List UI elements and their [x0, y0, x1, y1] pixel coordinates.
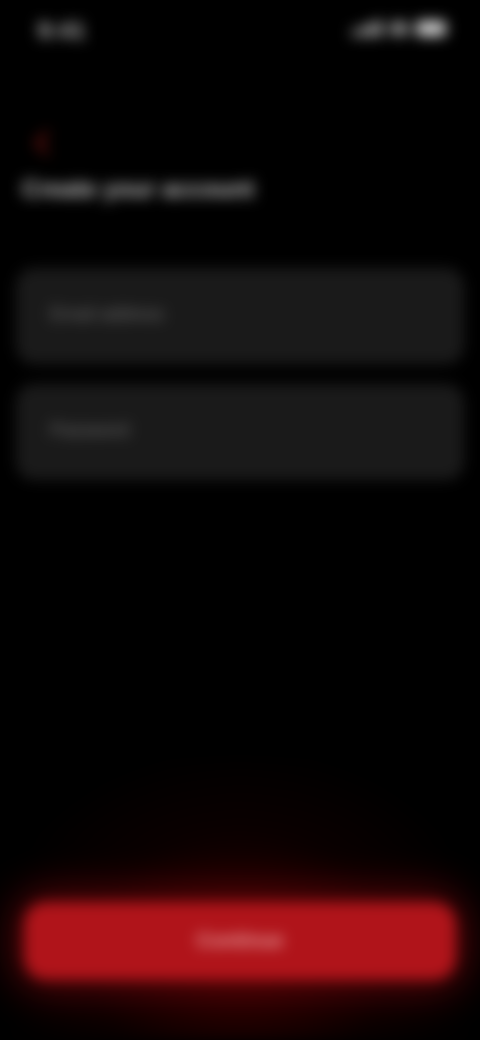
status-time: 9:41 [38, 18, 87, 43]
page-title: Create your account [22, 176, 255, 203]
back-button[interactable] [26, 126, 60, 160]
signal-icon [352, 20, 382, 36]
continue-button-label: Continue [196, 929, 284, 952]
password-field[interactable]: Password [16, 384, 464, 480]
continue-button[interactable]: Continue [24, 902, 456, 980]
wifi-icon [390, 21, 408, 35]
status-icons [352, 20, 446, 36]
email-field-label: Email address [50, 304, 165, 324]
email-field[interactable]: Email address [16, 268, 464, 364]
password-field-label: Password [50, 420, 130, 440]
button-glow [0, 760, 480, 1040]
app-screen: 9:41 Create your account Email address P… [0, 0, 480, 1040]
status-bar: 9:41 [0, 0, 480, 64]
battery-icon [416, 20, 446, 36]
chevron-left-icon [34, 131, 49, 155]
